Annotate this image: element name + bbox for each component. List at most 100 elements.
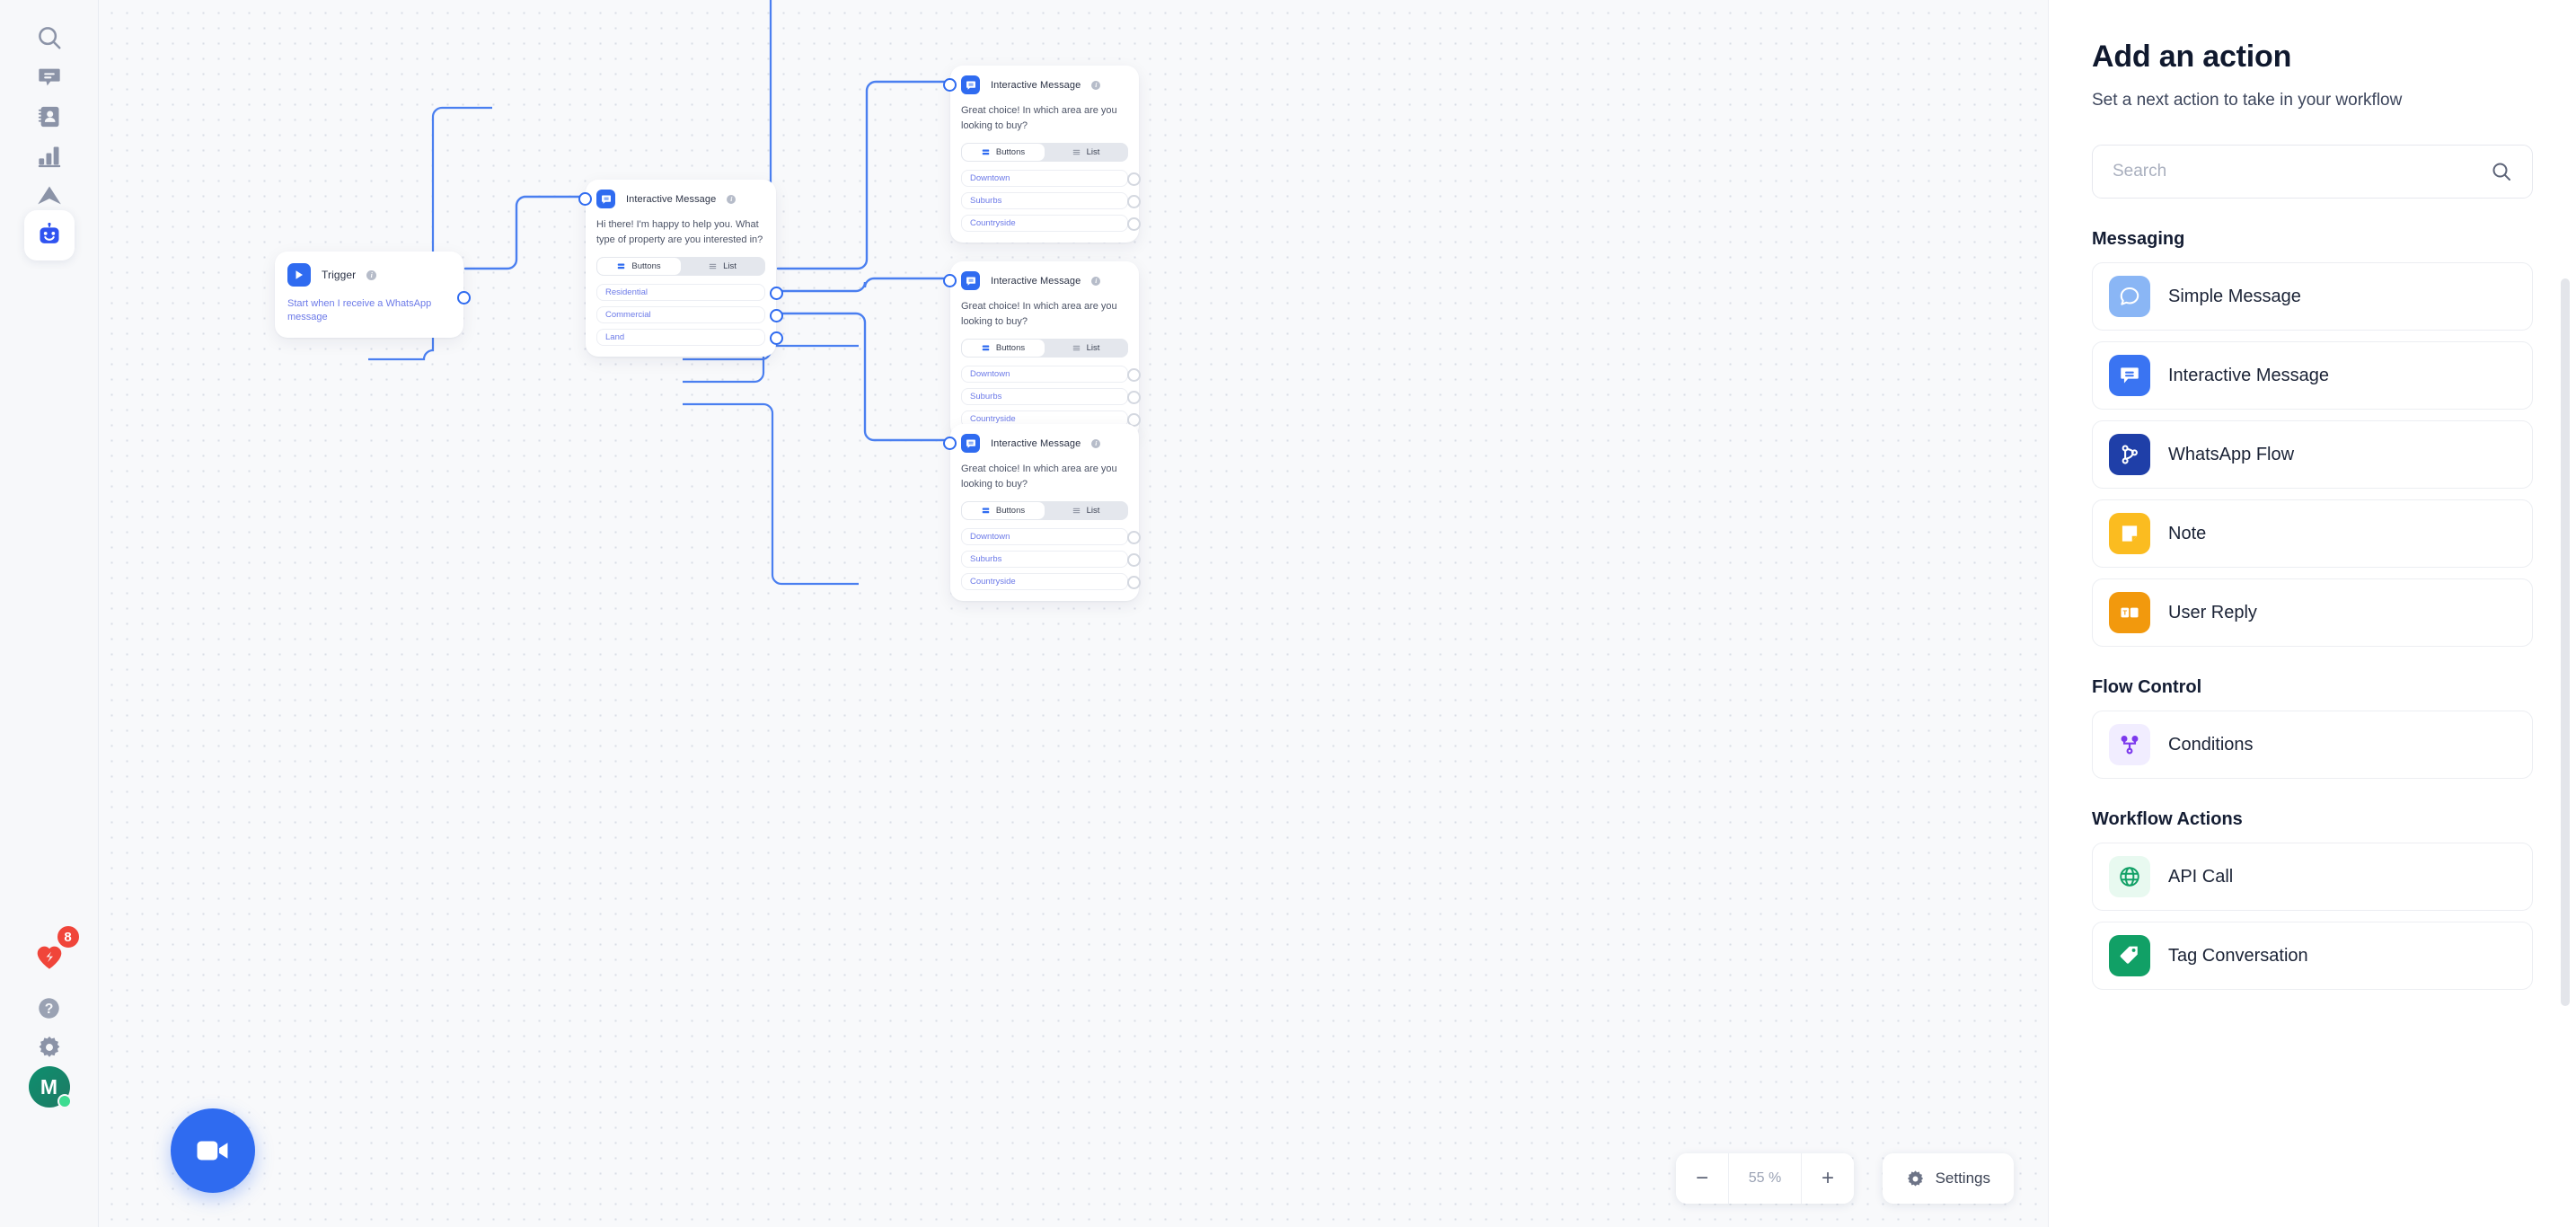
node-3-message: Great choice! In which area are you look…	[961, 301, 1117, 328]
node-3-buttons-tab[interactable]: Buttons	[962, 340, 1045, 358]
notifications-icon[interactable]: 8	[24, 924, 81, 983]
node-4-option-1[interactable]: Suburbs	[961, 551, 1141, 569]
left-rail: 8 ? M	[0, 0, 99, 1227]
node-1-output-port-1[interactable]	[770, 309, 783, 323]
interactive-bubble-icon	[2109, 355, 2150, 396]
node-4-output-port-1[interactable]	[1127, 553, 1141, 568]
avatar[interactable]: M	[24, 1062, 75, 1112]
panel-scroll-area[interactable]: Add an action Set a next action to take …	[2092, 0, 2533, 1227]
user-reply-icon: T	[2109, 592, 2150, 633]
interactive-message-node-3[interactable]: Interactive Message i Great choice! In w…	[943, 261, 1141, 439]
list-icon	[1072, 149, 1080, 155]
node-2-option-0-label: Downtown	[961, 170, 1128, 188]
interactive-message-node-4[interactable]: Interactive Message i Great choice! In w…	[943, 424, 1141, 602]
info-icon[interactable]: i	[1091, 80, 1101, 90]
node-2-output-port-0[interactable]	[1127, 172, 1141, 187]
interactive-message-node-1[interactable]: Interactive Message i Hi there! I'm happ…	[578, 180, 783, 358]
node-2-list-tab[interactable]: List	[1045, 144, 1127, 161]
node-1-list-tab[interactable]: List	[681, 258, 764, 275]
node-4-buttons-tab[interactable]: Buttons	[962, 502, 1045, 520]
zoom-in-button[interactable]: +	[1802, 1153, 1854, 1204]
node-3-title: Interactive Message	[991, 275, 1081, 287]
action-interactive-message-label: Interactive Message	[2168, 365, 2329, 385]
action-conditions[interactable]: Conditions	[2092, 711, 2533, 779]
node-4-option-2[interactable]: Countryside	[961, 573, 1141, 591]
zoom-out-button[interactable]: −	[1676, 1153, 1728, 1204]
panel-title: Add an action	[2092, 40, 2292, 74]
zoom-controls[interactable]: − 55 % +	[1676, 1153, 1854, 1204]
search-icon[interactable]	[2491, 161, 2512, 182]
interactive-message-node-2[interactable]: Interactive Message i Great choice! In w…	[943, 66, 1141, 243]
node-4-type-toggle[interactable]: Buttons List	[961, 501, 1128, 521]
online-status-dot	[57, 1094, 72, 1108]
svg-text:?: ?	[45, 1002, 54, 1017]
node-2-output-port-2[interactable]	[1127, 217, 1141, 232]
info-icon[interactable]: i	[1091, 276, 1101, 286]
action-note[interactable]: Note	[2092, 499, 2533, 568]
trigger-output-port[interactable]	[457, 291, 471, 305]
node-4-input-port[interactable]	[943, 437, 957, 450]
node-3-list-tab[interactable]: List	[1045, 340, 1127, 357]
node-3-option-0[interactable]: Downtown	[961, 366, 1141, 384]
node-1-option-0[interactable]: Residential	[596, 284, 783, 302]
action-api-call[interactable]: API Call	[2092, 843, 2533, 911]
node-1-buttons-tab[interactable]: Buttons	[597, 258, 681, 276]
node-3-output-port-1[interactable]	[1127, 391, 1141, 405]
action-user-reply[interactable]: T User Reply	[2092, 578, 2533, 647]
action-tag-conversation[interactable]: Tag Conversation	[2092, 922, 2533, 990]
node-1-input-port[interactable]	[578, 192, 592, 206]
node-2-output-port-1[interactable]	[1127, 195, 1141, 209]
node-2-option-1[interactable]: Suburbs	[961, 192, 1141, 210]
search-input[interactable]	[2113, 162, 2482, 181]
node-2-option-0[interactable]: Downtown	[961, 170, 1141, 188]
node-2-input-port[interactable]	[943, 78, 957, 92]
node-3-type-toggle[interactable]: Buttons List	[961, 339, 1128, 358]
node-1-option-2-label: Land	[596, 329, 765, 347]
node-1-option-1[interactable]: Commercial	[596, 306, 783, 324]
action-whatsapp-flow[interactable]: WhatsApp Flow	[2092, 420, 2533, 489]
node-2-type-toggle[interactable]: Buttons List	[961, 143, 1128, 163]
node-2-option-2[interactable]: Countryside	[961, 215, 1141, 233]
info-icon[interactable]: i	[366, 269, 377, 280]
bot-icon[interactable]	[23, 210, 75, 260]
node-2-buttons-label: Buttons	[995, 147, 1026, 158]
trigger-node-title: Trigger	[322, 269, 357, 281]
node-2-list-label: List	[1086, 147, 1100, 158]
node-3-input-port[interactable]	[943, 274, 957, 287]
video-camera-icon	[197, 1141, 228, 1161]
info-icon[interactable]: i	[1091, 438, 1101, 448]
trigger-node-header: Trigger i	[287, 263, 451, 287]
interactive-bubble-icon	[961, 271, 980, 290]
node-1-option-1-label: Commercial	[596, 306, 765, 324]
node-3-option-1-label: Suburbs	[961, 388, 1128, 406]
action-interactive-message[interactable]: Interactive Message	[2092, 341, 2533, 410]
record-video-button[interactable]	[171, 1108, 255, 1193]
node-3-option-1[interactable]: Suburbs	[961, 388, 1141, 406]
node-2-buttons-tab[interactable]: Buttons	[962, 144, 1045, 162]
buttons-icon	[982, 345, 990, 351]
notification-badge: 8	[55, 924, 81, 949]
node-3-output-port-0[interactable]	[1127, 368, 1141, 383]
node-1-output-port-0[interactable]	[770, 287, 783, 301]
node-4-option-0[interactable]: Downtown	[961, 528, 1141, 546]
list-icon	[1072, 345, 1080, 351]
node-1-type-toggle[interactable]: Buttons List	[596, 257, 765, 277]
node-4-output-port-0[interactable]	[1127, 531, 1141, 545]
node-1-output-port-2[interactable]	[770, 331, 783, 346]
action-simple-message[interactable]: Simple Message	[2092, 262, 2533, 331]
node-1-header: Interactive Message i	[596, 190, 765, 208]
node-4-output-port-2[interactable]	[1127, 576, 1141, 590]
trigger-node[interactable]: Trigger i Start when I receive a WhatsAp…	[275, 252, 471, 338]
search-field[interactable]	[2092, 145, 2533, 199]
buttons-icon	[618, 263, 625, 269]
canvas-settings-button[interactable]: Settings	[1882, 1153, 2014, 1204]
node-4-list-tab[interactable]: List	[1045, 502, 1127, 519]
node-4-list-label: List	[1086, 506, 1100, 516]
add-action-panel: Add an action Set a next action to take …	[2048, 0, 2576, 1227]
panel-scrollbar-thumb[interactable]	[2561, 278, 2570, 1006]
info-icon[interactable]: i	[727, 194, 737, 204]
action-whatsapp-flow-label: WhatsApp Flow	[2168, 444, 2295, 464]
workflow-canvas[interactable]: Trigger i Start when I receive a WhatsAp…	[99, 0, 2048, 1227]
speech-bubble-icon	[2109, 276, 2150, 317]
node-1-option-2[interactable]: Land	[596, 329, 783, 347]
